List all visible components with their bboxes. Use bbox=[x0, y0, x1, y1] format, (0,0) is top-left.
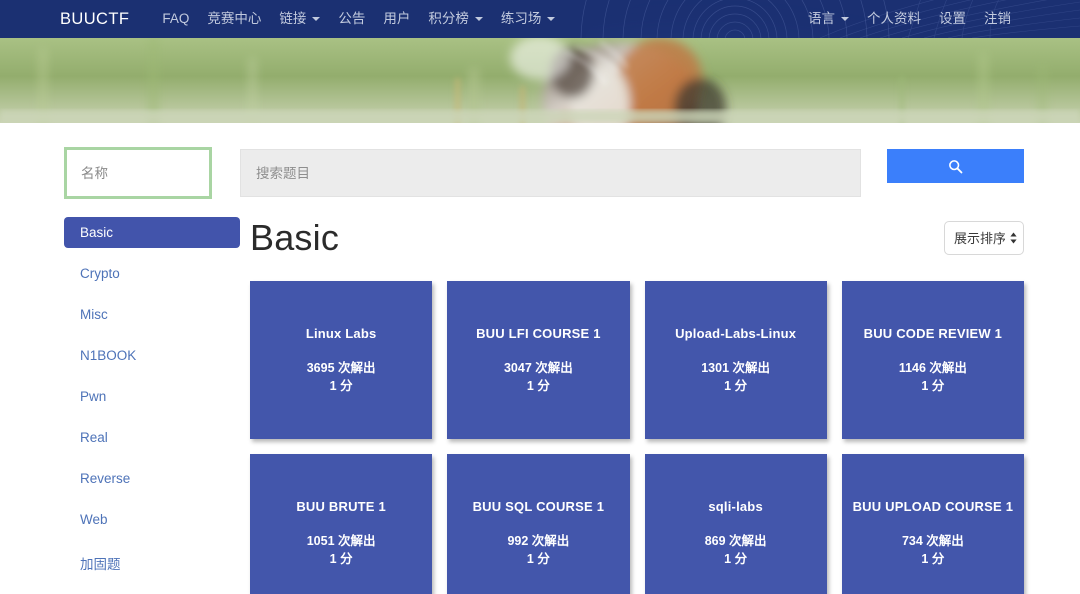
sidebar-item-pwn[interactable]: Pwn bbox=[64, 381, 240, 412]
banner-artwork bbox=[0, 38, 1080, 123]
challenge-card[interactable]: sqli-labs 869 次解出 1 分 bbox=[644, 454, 827, 594]
search-input[interactable] bbox=[240, 149, 862, 197]
challenge-title: BUU CODE REVIEW 1 bbox=[863, 325, 1003, 341]
sidebar-item-crypto[interactable]: Crypto bbox=[64, 258, 240, 289]
nav-label: FAQ bbox=[162, 11, 190, 26]
sidebar-item-misc[interactable]: Misc bbox=[64, 299, 240, 330]
chevron-down-icon bbox=[312, 17, 321, 21]
challenge-points: 1 分 bbox=[329, 379, 353, 394]
nav-item-users[interactable]: 用户 bbox=[374, 0, 419, 38]
nav-label: 公告 bbox=[338, 11, 366, 26]
name-input[interactable] bbox=[64, 147, 212, 199]
nav-label: 注销 bbox=[984, 11, 1011, 26]
sidebar-item-n1book[interactable]: N1BOOK bbox=[64, 340, 240, 371]
chevron-down-icon bbox=[474, 17, 483, 21]
sidebar-item-basic[interactable]: Basic bbox=[64, 217, 240, 248]
challenges-main: Basic 展示排序 Linux Labs 3695 次解出 1 分 BUU L… bbox=[240, 217, 1080, 594]
challenge-solves: 992 次解出 bbox=[507, 534, 570, 549]
challenge-points: 1 分 bbox=[724, 552, 748, 567]
nav-item-profile[interactable]: 个人资料 bbox=[858, 0, 930, 38]
challenge-title: Upload-Labs-Linux bbox=[675, 325, 797, 341]
hero-banner-image bbox=[0, 38, 1080, 123]
nav-item-practice[interactable]: 练习场 bbox=[492, 0, 565, 38]
category-sidebar: Basic Crypto Misc N1BOOK Pwn Real Revers… bbox=[0, 217, 240, 594]
challenge-solves: 3695 次解出 bbox=[306, 361, 376, 376]
challenge-card[interactable]: BUU CODE REVIEW 1 1146 次解出 1 分 bbox=[841, 281, 1024, 439]
search-icon bbox=[949, 159, 963, 173]
chevron-down-icon bbox=[841, 17, 849, 21]
search-toolbar bbox=[0, 123, 1080, 199]
nav-item-faq[interactable]: FAQ bbox=[153, 0, 198, 38]
nav-item-settings[interactable]: 设置 bbox=[930, 0, 975, 38]
challenge-title: BUU LFI COURSE 1 bbox=[476, 325, 601, 341]
sidebar-item-hardening[interactable]: 加固题 bbox=[64, 545, 240, 581]
sort-select[interactable]: 展示排序 bbox=[944, 221, 1024, 255]
nav-label: 用户 bbox=[383, 11, 411, 26]
chevron-down-icon bbox=[547, 17, 556, 21]
challenge-solves: 3047 次解出 bbox=[503, 361, 573, 376]
challenge-card[interactable]: BUU LFI COURSE 1 3047 次解出 1 分 bbox=[447, 281, 630, 439]
challenge-title: BUU BRUTE 1 bbox=[296, 498, 386, 514]
challenge-solves: 734 次解出 bbox=[901, 534, 964, 549]
challenge-grid: Linux Labs 3695 次解出 1 分 BUU LFI COURSE 1… bbox=[250, 281, 1024, 594]
nav-item-links[interactable]: 链接 bbox=[270, 0, 329, 38]
primary-nav: FAQ 竞赛中心 链接 公告 用户 积分榜 练习场 bbox=[153, 0, 564, 38]
challenge-card[interactable]: BUU BRUTE 1 1051 次解出 1 分 bbox=[250, 454, 433, 594]
sidebar-item-reverse[interactable]: Reverse bbox=[64, 463, 240, 494]
top-navbar: BUUCTF FAQ 竞赛中心 链接 公告 用户 积分榜 练习场 语言 个人资料… bbox=[0, 0, 1080, 38]
challenge-points: 1 分 bbox=[724, 379, 748, 394]
challenge-card[interactable]: BUU SQL COURSE 1 992 次解出 1 分 bbox=[447, 454, 630, 594]
challenge-solves: 869 次解出 bbox=[704, 534, 767, 549]
nav-label: 积分榜 bbox=[428, 11, 469, 26]
page-content: Basic Crypto Misc N1BOOK Pwn Real Revers… bbox=[0, 199, 1080, 594]
nav-item-language[interactable]: 语言 bbox=[799, 0, 858, 38]
challenge-card[interactable]: Upload-Labs-Linux 1301 次解出 1 分 bbox=[644, 281, 827, 439]
nav-item-contest-center[interactable]: 竞赛中心 bbox=[198, 0, 270, 38]
nav-label: 练习场 bbox=[500, 11, 542, 26]
challenge-card[interactable]: Linux Labs 3695 次解出 1 分 bbox=[250, 281, 433, 439]
nav-label: 个人资料 bbox=[867, 11, 921, 26]
challenge-solves: 1146 次解出 bbox=[898, 361, 967, 376]
sidebar-item-real[interactable]: Real bbox=[64, 422, 240, 453]
nav-label: 语言 bbox=[808, 11, 835, 26]
challenge-card[interactable]: BUU UPLOAD COURSE 1 734 次解出 1 分 bbox=[841, 454, 1024, 594]
challenge-solves: 1301 次解出 bbox=[701, 361, 771, 376]
challenge-points: 1 分 bbox=[526, 552, 550, 567]
challenge-title: BUU SQL COURSE 1 bbox=[472, 498, 605, 514]
nav-item-announcements[interactable]: 公告 bbox=[329, 0, 374, 38]
challenge-title: Linux Labs bbox=[305, 325, 377, 341]
challenge-points: 1 分 bbox=[921, 379, 945, 394]
challenge-title: BUU UPLOAD COURSE 1 bbox=[852, 498, 1014, 514]
challenge-title: sqli-labs bbox=[708, 498, 763, 514]
challenge-points: 1 分 bbox=[921, 552, 945, 567]
page-title: Basic bbox=[250, 217, 340, 258]
secondary-nav: 语言 个人资料 设置 注销 bbox=[799, 0, 1020, 38]
sidebar-item-web[interactable]: Web bbox=[64, 504, 240, 535]
nav-label: 竞赛中心 bbox=[207, 11, 262, 26]
challenge-solves: 1051 次解出 bbox=[306, 534, 376, 549]
site-brand[interactable]: BUUCTF bbox=[60, 10, 129, 29]
sort-select-wrapper: 展示排序 bbox=[944, 221, 1024, 255]
nav-label: 链接 bbox=[279, 11, 307, 26]
challenge-points: 1 分 bbox=[526, 379, 550, 394]
nav-item-logout[interactable]: 注销 bbox=[975, 0, 1020, 38]
main-header: Basic 展示排序 bbox=[250, 217, 1024, 259]
nav-item-scoreboard[interactable]: 积分榜 bbox=[419, 0, 492, 38]
nav-label: 设置 bbox=[939, 11, 966, 26]
challenge-points: 1 分 bbox=[329, 552, 353, 567]
search-button[interactable] bbox=[887, 149, 1024, 183]
